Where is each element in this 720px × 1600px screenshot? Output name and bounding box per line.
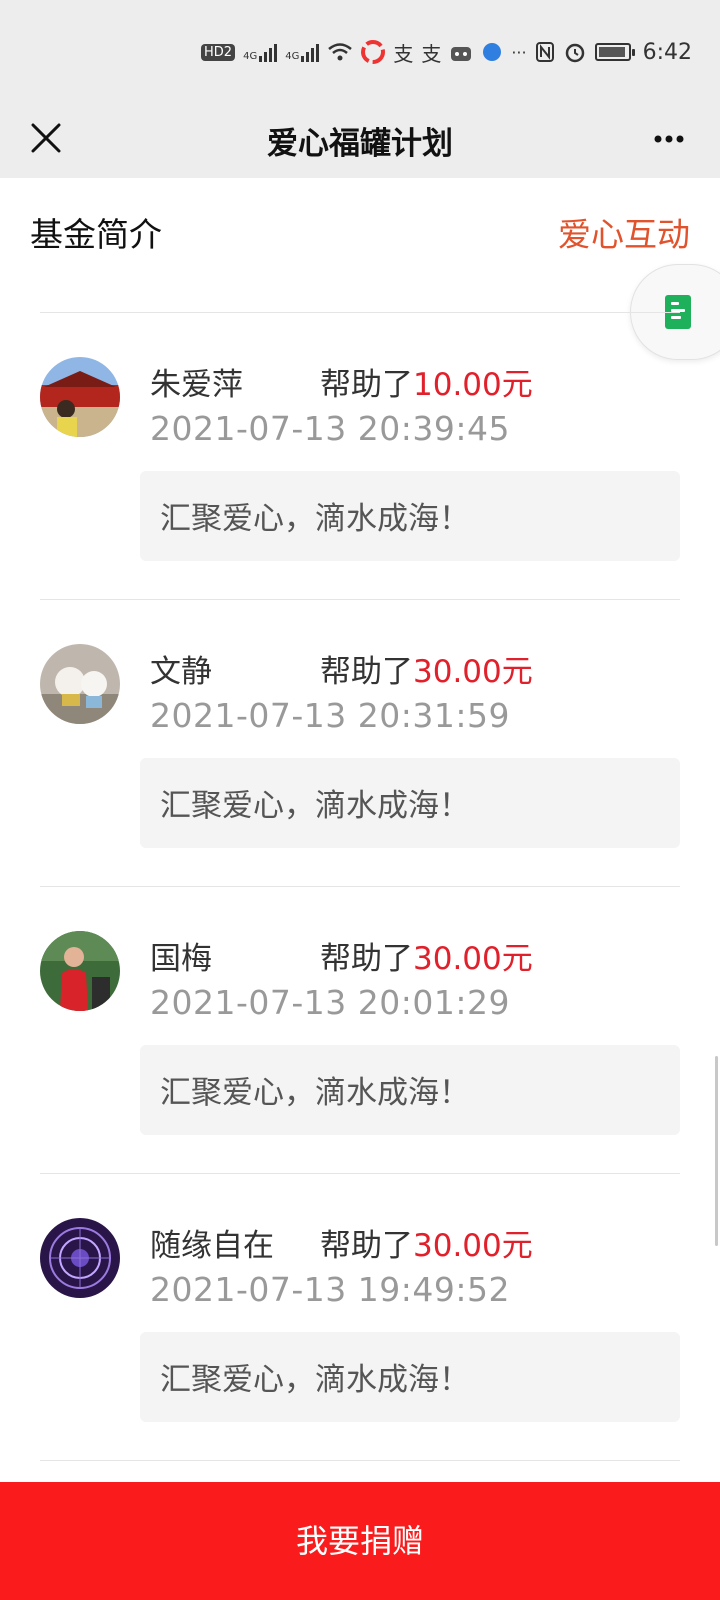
list-item: 文静 帮助了30.00元 2021-07-13 20:31:59 汇聚爱心，滴水… (40, 600, 680, 886)
wifi-icon (328, 43, 353, 61)
more-icon[interactable] (644, 114, 694, 164)
tab-fund-intro[interactable]: 基金简介 (30, 208, 162, 256)
divider (40, 1460, 680, 1461)
donation-amount-text: 帮助了30.00元 (320, 1228, 533, 1264)
alipay-icon: 支 (421, 41, 442, 66)
donation-message: 汇聚爱心，滴水成海！ (140, 758, 680, 848)
status-bar: HD2 4G 4G 支 支 ··· 6:42 (0, 0, 720, 100)
tab-bar: 基金简介 爱心互动 (0, 178, 720, 310)
app-icon (451, 47, 472, 61)
avatar[interactable] (40, 357, 120, 437)
donation-amount: 10.00元 (413, 367, 533, 403)
nav-bar: 爱心福罐计划 (0, 100, 720, 178)
list-item: 朱爱萍 帮助了10.00元 2021-07-13 20:39:45 汇聚爱心，滴… (40, 313, 680, 599)
avatar[interactable] (40, 644, 120, 724)
more-icon: ··· (511, 42, 527, 62)
nfc-icon (535, 42, 554, 62)
donation-amount-text: 帮助了30.00元 (320, 941, 533, 977)
battery-icon (594, 43, 635, 61)
status-time: 6:42 (642, 39, 692, 65)
avatar[interactable] (40, 1218, 120, 1298)
donor-name: 国梅 (150, 941, 212, 977)
donation-amount-text: 帮助了10.00元 (320, 367, 533, 403)
donation-time: 2021-07-13 20:39:45 (150, 409, 510, 448)
donor-name: 朱爱萍 (150, 367, 243, 403)
donation-list: 朱爱萍 帮助了10.00元 2021-07-13 20:39:45 汇聚爱心，滴… (40, 312, 680, 1461)
scrollbar[interactable] (715, 1056, 718, 1246)
donor-name: 随缘自在 (150, 1228, 274, 1264)
avatar[interactable] (40, 931, 120, 1011)
donation-message: 汇聚爱心，滴水成海！ (140, 471, 680, 561)
donation-message: 汇聚爱心，滴水成海！ (140, 1045, 680, 1135)
donation-message: 汇聚爱心，滴水成海！ (140, 1332, 680, 1422)
signal-icon: 4G (243, 42, 278, 62)
signal-icon: 4G (285, 42, 320, 62)
donation-amount: 30.00元 (413, 941, 533, 977)
alarm-icon (565, 43, 584, 63)
app-icon (361, 40, 386, 64)
page-title: 爱心福罐计划 (267, 126, 453, 162)
list-item: 随缘自在 帮助了30.00元 2021-07-13 19:49:52 汇聚爱心，… (40, 1174, 680, 1460)
alipay-icon: 支 (393, 41, 414, 66)
list-item: 国梅 帮助了30.00元 2021-07-13 20:01:29 汇聚爱心，滴水… (40, 887, 680, 1173)
donation-amount: 30.00元 (413, 654, 533, 690)
tab-love-interaction[interactable]: 爱心互动 (558, 208, 690, 256)
donate-button[interactable]: 我要捐赠 (0, 1482, 720, 1600)
donor-name: 文静 (150, 654, 212, 690)
status-icons: HD2 4G 4G 支 支 ··· 6:42 (201, 36, 692, 68)
donation-time: 2021-07-13 20:31:59 (150, 696, 510, 735)
browser-icon (483, 43, 502, 61)
donation-amount: 30.00元 (413, 1228, 533, 1264)
donation-amount-text: 帮助了30.00元 (320, 654, 533, 690)
donation-time: 2021-07-13 19:49:52 (150, 1270, 510, 1309)
donation-time: 2021-07-13 20:01:29 (150, 983, 510, 1022)
hd-icon: HD2 (201, 43, 236, 61)
